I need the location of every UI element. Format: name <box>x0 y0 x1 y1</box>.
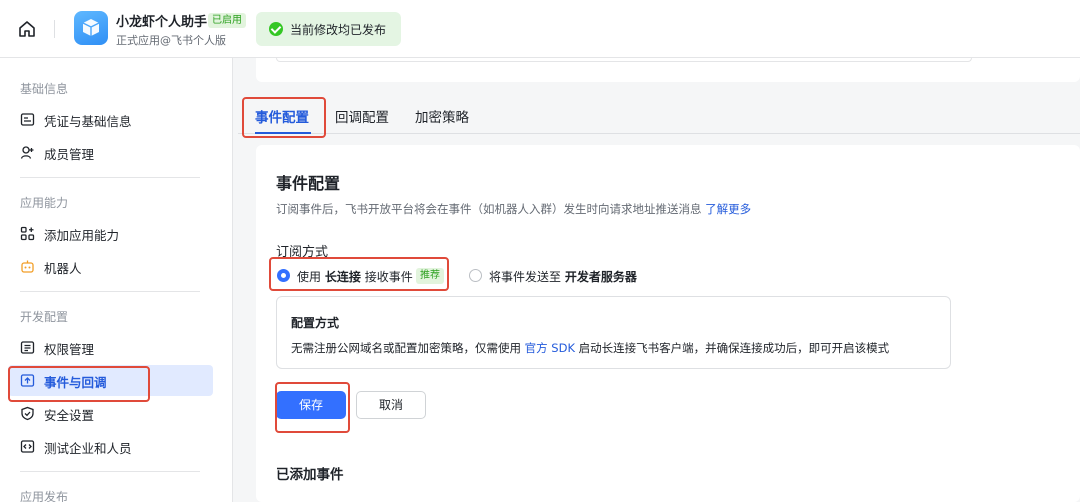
permission-icon <box>20 341 35 354</box>
cube-icon <box>82 19 100 36</box>
tab-bar: 事件配置 回调配置 加密策略 <box>238 96 1080 134</box>
toast-text: 当前修改均已发布 <box>290 23 387 37</box>
app-name: 小龙虾个人助手 <box>116 15 208 30</box>
sdk-link[interactable]: 官方 SDK <box>525 341 575 355</box>
sidebar-item-test-enterprise[interactable]: 测试企业和人员 <box>8 431 213 462</box>
sidebar: 基础信息 凭证与基础信息 成员管理 应用能力 添加应用能力 机器人 开发配置 权… <box>0 58 233 502</box>
config-mode-description: 无需注册公网域名或配置加密策略，仅需使用 官方 SDK 启动长连接飞书客户端，并… <box>291 341 890 355</box>
sidebar-group-title: 应用能力 <box>20 196 69 210</box>
config-mode-title: 配置方式 <box>291 316 340 330</box>
sidebar-item-add-capability[interactable]: 添加应用能力 <box>8 218 213 249</box>
config-mode-box: 配置方式 无需注册公网域名或配置加密策略，仅需使用 官方 SDK 启动长连接飞书… <box>276 296 951 369</box>
section-description: 订阅事件后，飞书开放平台将会在事件（如机器人入群）发生时向请求地址推送消息 了解… <box>276 202 752 216</box>
sidebar-item-label: 凭证与基础信息 <box>44 114 132 129</box>
sidebar-item-label: 权限管理 <box>44 342 95 357</box>
apps-add-icon <box>20 226 35 241</box>
event-config-card: 事件配置 订阅事件后，飞书开放平台将会在事件（如机器人入群）发生时向请求地址推送… <box>256 145 1080 502</box>
highlight-box-sidebar <box>8 366 150 402</box>
id-card-icon <box>20 113 35 126</box>
added-events-title: 已添加事件 <box>276 467 344 483</box>
sidebar-item-bot[interactable]: 机器人 <box>8 251 213 282</box>
sidebar-group-title: 基础信息 <box>20 82 69 96</box>
sidebar-divider <box>20 291 200 292</box>
app-subtitle: 正式应用@飞书个人版 <box>116 34 226 47</box>
top-card <box>256 58 1080 82</box>
highlight-box-tab <box>242 97 326 138</box>
sidebar-item-security[interactable]: 安全设置 <box>8 398 213 429</box>
shield-icon <box>21 406 34 421</box>
radio-label-developer-server[interactable]: 将事件发送至 开发者服务器 <box>489 268 637 285</box>
sidebar-item-label: 安全设置 <box>44 408 95 423</box>
sidebar-item-credentials[interactable]: 凭证与基础信息 <box>8 104 213 135</box>
tab-callback-config[interactable]: 回调配置 <box>335 106 389 126</box>
top-header: 小龙虾个人助手 已启用 正式应用@飞书个人版 当前修改均已发布 <box>0 0 1080 58</box>
app-status-badge: 已启用 <box>208 13 246 28</box>
sidebar-divider <box>20 471 200 472</box>
robot-icon <box>21 260 34 273</box>
section-title: 事件配置 <box>276 174 341 193</box>
radio-developer-server[interactable] <box>469 269 482 282</box>
code-icon <box>20 440 35 453</box>
sidebar-group-title: 开发配置 <box>20 310 69 324</box>
sidebar-item-permissions[interactable]: 权限管理 <box>8 332 213 363</box>
sidebar-group-title: 应用发布 <box>20 490 69 502</box>
sidebar-item-members[interactable]: 成员管理 <box>8 137 213 168</box>
check-circle-icon <box>269 22 283 36</box>
app-logo <box>74 11 108 45</box>
highlight-box-radio <box>269 257 449 291</box>
top-card-inner <box>276 58 972 62</box>
sidebar-divider <box>20 177 200 178</box>
sidebar-item-label: 成员管理 <box>44 147 95 162</box>
learn-more-link[interactable]: 了解更多 <box>705 202 751 216</box>
sidebar-item-label: 测试企业和人员 <box>44 441 132 456</box>
home-icon[interactable] <box>17 19 37 39</box>
highlight-box-save <box>275 382 350 433</box>
sidebar-item-label: 机器人 <box>44 261 82 276</box>
add-member-icon <box>20 146 34 159</box>
tab-encryption[interactable]: 加密策略 <box>415 106 469 126</box>
header-divider <box>54 20 55 38</box>
publish-toast: 当前修改均已发布 <box>256 12 401 46</box>
cancel-button[interactable]: 取消 <box>356 391 426 419</box>
sidebar-item-label: 添加应用能力 <box>44 228 120 243</box>
